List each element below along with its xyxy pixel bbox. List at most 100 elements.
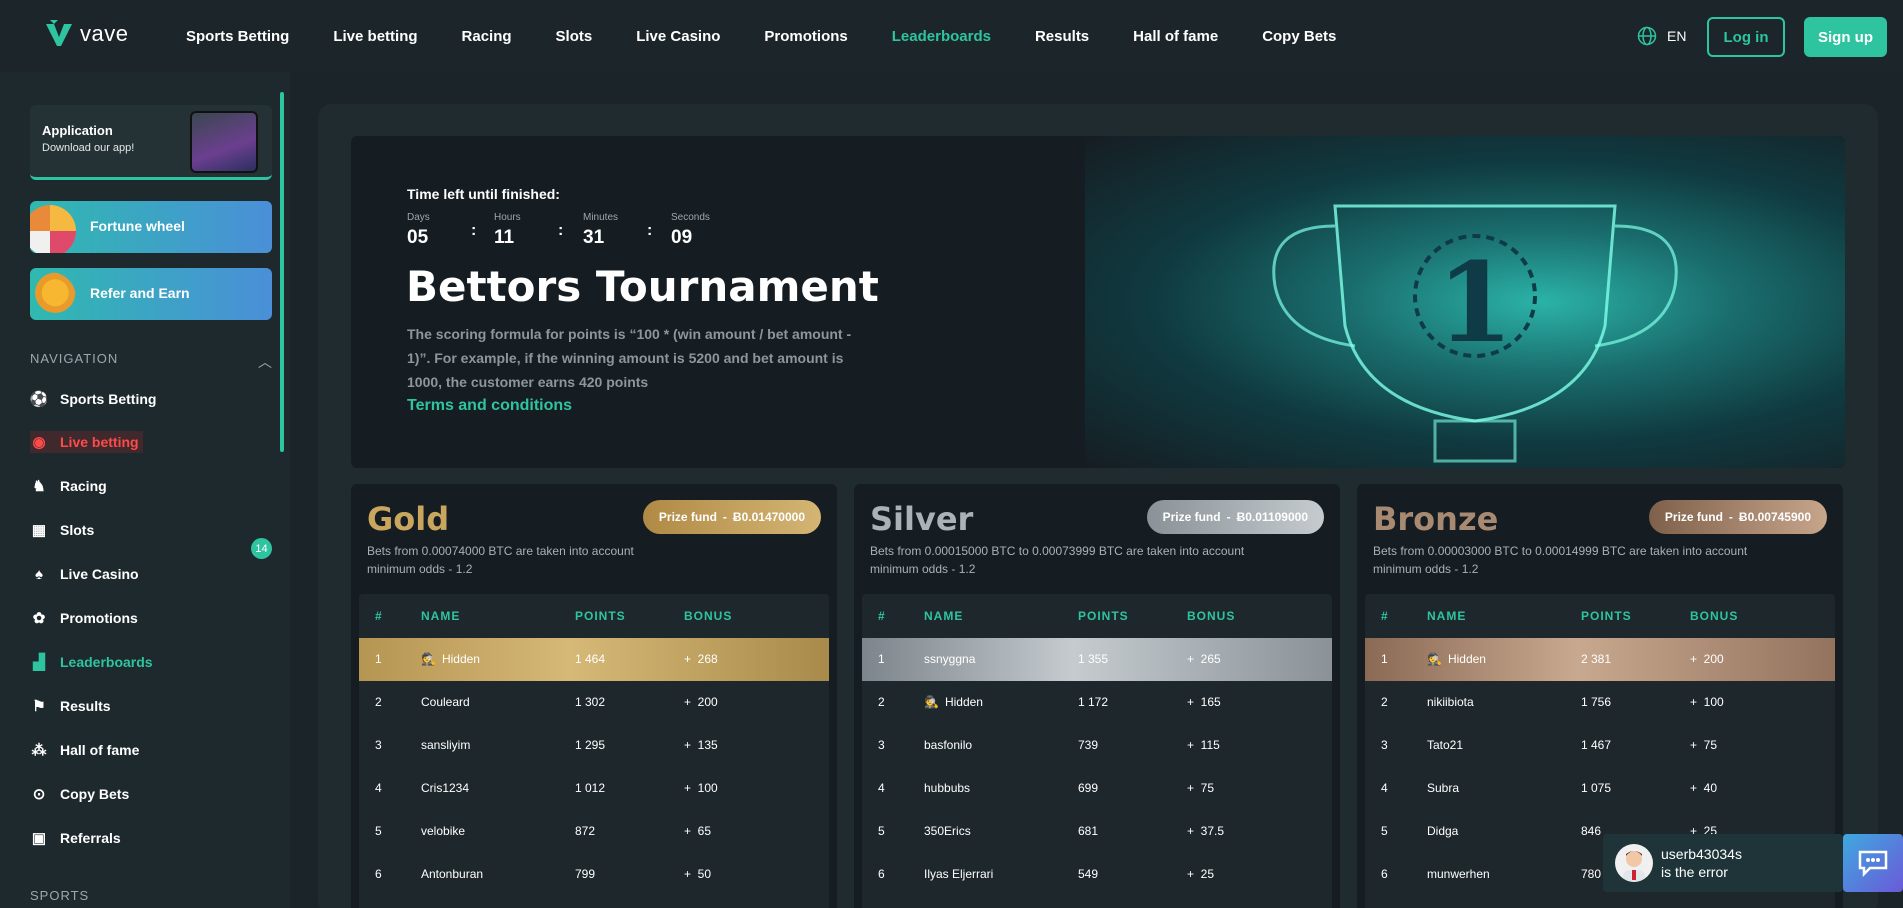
column-header-num[interactable]: #: [375, 609, 383, 623]
logo[interactable]: vave: [44, 20, 128, 48]
language-selector[interactable]: EN: [1637, 26, 1686, 46]
column-header-name[interactable]: NAME: [1427, 609, 1466, 623]
column-header-name[interactable]: NAME: [421, 609, 460, 623]
points-cell: 1 302: [575, 695, 606, 709]
sidebar-item-referrals[interactable]: ▣ Referrals: [30, 827, 121, 849]
countdown-unit: Minutes: [583, 212, 619, 223]
live-signal-icon: ◉: [32, 434, 46, 451]
nav-sports-betting[interactable]: Sports Betting: [186, 28, 289, 45]
sports-heading: SPORTS: [30, 888, 90, 903]
name-cell: velobike: [421, 824, 465, 838]
countdown-unit: Seconds: [671, 212, 710, 223]
app-card-title: Application: [42, 123, 113, 138]
column-header-points[interactable]: POINTS: [575, 609, 626, 623]
rank-cell: 6: [1381, 867, 1388, 881]
prize-separator: -: [1728, 510, 1733, 524]
flag-icon: ⚑: [32, 698, 46, 715]
fortune-wheel-label: Fortune wheel: [90, 218, 185, 234]
player-name: nikiibiota: [1427, 695, 1474, 709]
name-cell: 🕵 Hidden: [421, 652, 480, 666]
name-cell: Couleard: [421, 695, 470, 709]
nav-live-casino[interactable]: Live Casino: [636, 28, 720, 45]
refer-and-earn-button[interactable]: Refer and Earn: [30, 268, 272, 320]
rank-cell: 6: [375, 867, 382, 881]
sidebar-item-label: Racing: [60, 478, 107, 494]
table-row: 5 350Erics 681 + 37.5: [862, 810, 1332, 853]
column-header-bonus[interactable]: BONUS: [1690, 609, 1738, 623]
rules-line: Bets from 0.00003000 BTC to 0.00014999 B…: [1373, 544, 1748, 558]
countdown-separator: :: [647, 222, 653, 239]
tournament-name: Silver: [870, 500, 974, 538]
rank-cell: 5: [1381, 824, 1388, 838]
column-header-points[interactable]: POINTS: [1078, 609, 1129, 623]
countdown-seconds: Seconds 09: [671, 212, 710, 249]
soccer-ball-icon: ⚽: [29, 391, 49, 408]
chat-button[interactable]: [1843, 834, 1903, 892]
player-name: Cris1234: [421, 781, 470, 795]
sidebar-item-racing[interactable]: ♞ Racing: [30, 475, 107, 497]
sidebar-item-sports-betting[interactable]: ⚽ Sports Betting: [29, 388, 157, 410]
table-row: 1 🕵 Hidden 1 464 + 268: [359, 638, 829, 681]
nav-leaderboards[interactable]: Leaderboards: [892, 28, 991, 45]
rank-cell: 1: [1381, 652, 1388, 666]
fortune-wheel-button[interactable]: Fortune wheel: [30, 201, 272, 253]
countdown-separator: :: [558, 222, 564, 239]
player-name: Tato21: [1427, 738, 1464, 752]
column-header-bonus[interactable]: BONUS: [1187, 609, 1235, 623]
sidebar-item-live-casino[interactable]: ♠ Live Casino: [30, 563, 139, 585]
rules-line: minimum odds - 1.2: [870, 562, 976, 576]
nav-results[interactable]: Results: [1035, 28, 1089, 45]
rank-cell: 3: [375, 738, 382, 752]
points-cell: 1 464: [575, 652, 606, 666]
column-header-name[interactable]: NAME: [924, 609, 963, 623]
terms-link[interactable]: Terms and conditions: [407, 397, 572, 415]
chat-preview[interactable]: userb43034s is the error: [1603, 834, 1843, 892]
sidebar-item-hall-of-fame[interactable]: ⁂ Hall of fame: [30, 739, 140, 761]
player-name: Subra: [1427, 781, 1460, 795]
login-button[interactable]: Log in: [1707, 17, 1785, 57]
trophy-icon: 1: [1272, 204, 1678, 463]
column-header-points[interactable]: POINTS: [1581, 609, 1632, 623]
nav-copy-bets[interactable]: Copy Bets: [1262, 28, 1336, 45]
sidebar-item-leaderboards[interactable]: ▟ Leaderboards: [30, 651, 152, 673]
horse-icon: ♞: [32, 478, 46, 495]
name-cell: basfonilo: [924, 738, 972, 752]
countdown-hours: Hours 11: [494, 212, 521, 249]
sidebar-item-promotions[interactable]: ✿ Promotions: [30, 607, 138, 629]
nav-promotions[interactable]: Promotions: [764, 28, 847, 45]
prize-fund-label: Prize fund: [1664, 510, 1723, 524]
table-row: 1 ssnyggna 1 355 + 265: [862, 638, 1332, 681]
nav-live-betting[interactable]: Live betting: [333, 28, 417, 45]
nav-hall-of-fame[interactable]: Hall of fame: [1133, 28, 1218, 45]
countdown-separator: :: [471, 222, 477, 239]
main-nav: Sports Betting Live betting Racing Slots…: [186, 0, 1380, 72]
table-row: 4 hubbubs 699 + 75: [862, 767, 1332, 810]
signup-button[interactable]: Sign up: [1804, 17, 1887, 57]
logo-text: vave: [80, 21, 129, 46]
sidebar-item-copy-bets[interactable]: ⊙ Copy Bets: [30, 783, 130, 805]
bonus-cell: + 75: [1690, 738, 1718, 752]
column-header-bonus[interactable]: BONUS: [684, 609, 732, 623]
tournament-rules: Bets from 0.00074000 BTC are taken into …: [367, 542, 807, 578]
nav-slots[interactable]: Slots: [556, 28, 593, 45]
name-cell: munwerhen: [1427, 867, 1490, 881]
sidebar-scrollbar[interactable]: [280, 92, 284, 452]
name-cell: ssnyggna: [924, 652, 975, 666]
player-name: 350Erics: [924, 824, 971, 838]
nav-racing[interactable]: Racing: [462, 28, 512, 45]
sidebar-item-live-betting[interactable]: ◉ Live betting: [30, 431, 143, 453]
sidebar-item-label: Slots: [60, 522, 95, 538]
chevron-up-icon[interactable]: ︿: [258, 352, 272, 372]
app-download-card[interactable]: Application Download our app!: [30, 105, 272, 180]
bonus-cell: + 268: [684, 652, 718, 666]
column-header-num[interactable]: #: [1381, 609, 1389, 623]
player-name: ssnyggna: [924, 652, 976, 666]
column-header-num[interactable]: #: [878, 609, 886, 623]
sidebar-item-results[interactable]: ⚑ Results: [30, 695, 110, 717]
tournament-name: Bronze: [1373, 500, 1499, 538]
time-left-label: Time left until finished:: [407, 186, 560, 202]
sidebar-item-slots[interactable]: ▦ Slots: [30, 519, 94, 541]
prize-fund-label: Prize fund: [658, 510, 717, 524]
bonus-cell: + 65: [684, 824, 712, 838]
prize-fund-value: Ƀ0.00745900: [1738, 510, 1811, 524]
